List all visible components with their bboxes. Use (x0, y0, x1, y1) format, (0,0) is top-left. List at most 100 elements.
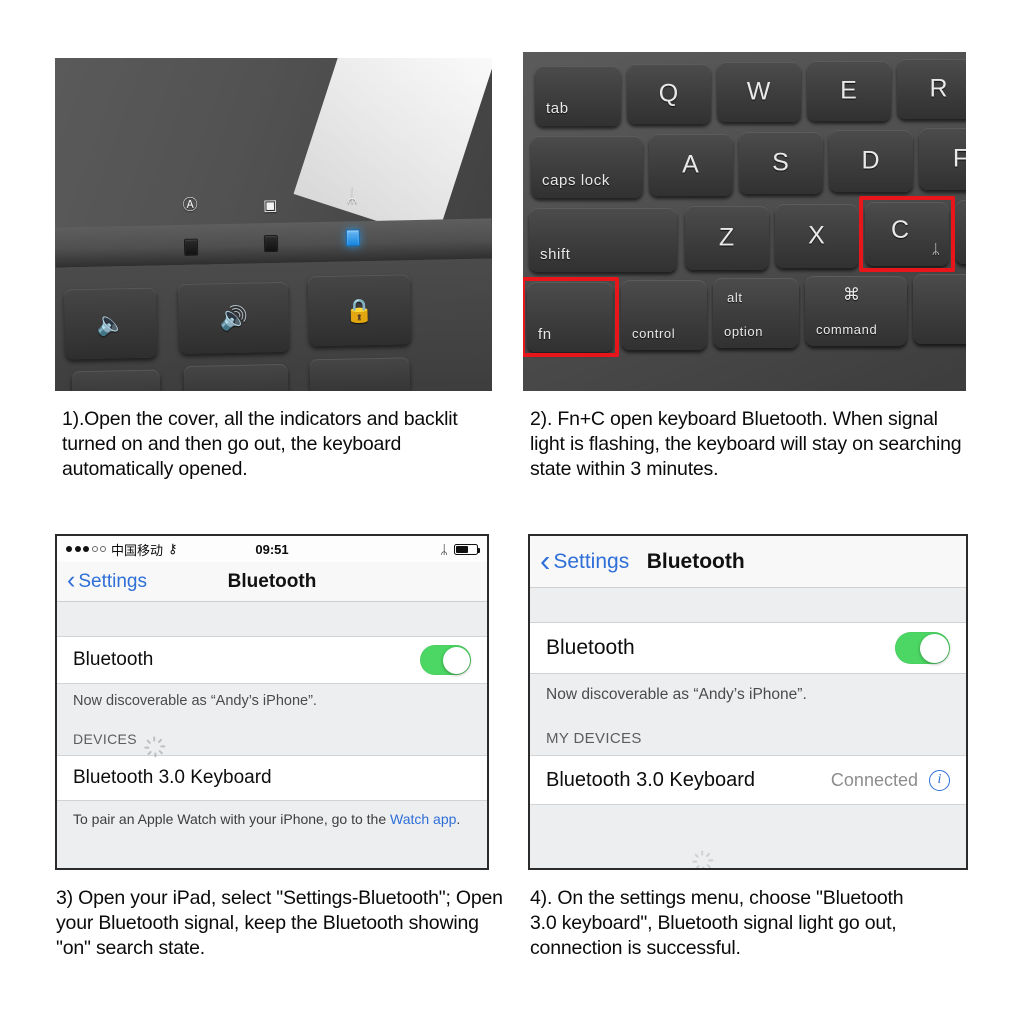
panel-1-caption: 1).Open the cover, all the indicators an… (62, 408, 458, 480)
ios-nav-bar: ‹ Settings Bluetooth (57, 562, 487, 602)
key-d-label: D (861, 146, 881, 175)
key-f-label: F (952, 144, 966, 173)
loading-spinner-icon (692, 846, 714, 868)
key-c-bluetooth-icon: ᛦ (931, 241, 940, 257)
key-x[interactable]: X (775, 204, 859, 268)
key-q-label: Q (658, 79, 680, 108)
key-command-symbol: ⌘ (843, 285, 861, 304)
key-row2-b[interactable] (183, 363, 289, 391)
key-s-label: S (772, 148, 790, 177)
list-bottom-gap (530, 805, 966, 868)
panel-4-caption: 4). On the settings menu, choose "Blueto… (530, 887, 904, 959)
key-d[interactable]: D (829, 130, 913, 192)
key-option-alt-label: alt (727, 290, 743, 305)
panel-4-ios-bluetooth-connected: ‹ Settings Bluetooth Bluetooth Now disco… (528, 534, 968, 870)
key-e-label: E (840, 76, 858, 105)
caps-lock-indicator: Ⓐ (180, 196, 200, 214)
searching-spinner-icon (144, 731, 166, 758)
key-caps-lock-label: caps lock (542, 172, 610, 189)
battery-icon (454, 543, 480, 555)
key-fn-label: fn (538, 326, 552, 343)
key-e[interactable]: E (807, 61, 891, 121)
panel-2-caption: 2). Fn+C open keyboard Bluetooth. When s… (530, 408, 962, 480)
key-a-label: A (682, 150, 700, 179)
devices-section-label: DEVICES (73, 731, 137, 747)
ios-settings-list: Bluetooth Now discoverable as “Andy’s iP… (57, 602, 487, 868)
ios-status-bar: 中国移动 ⚷ 09:51 ᛦ (57, 536, 487, 562)
key-shift[interactable]: shift (529, 208, 677, 272)
panel-3-ios-bluetooth-searching: 中国移动 ⚷ 09:51 ᛦ ‹ Settings Bluetooth Blue… (55, 534, 489, 870)
status-bar-clock: 09:51 (255, 541, 289, 557)
ios-nav-bar: ‹ Settings Bluetooth (530, 536, 966, 588)
my-devices-section-label: MY DEVICES (546, 730, 642, 747)
key-x-label: X (808, 221, 826, 250)
bluetooth-toggle-switch[interactable] (420, 645, 471, 675)
bluetooth-toggle-switch[interactable] (895, 632, 950, 664)
bluetooth-row-right (420, 645, 471, 675)
battery-indicator: ▣ (260, 196, 280, 215)
device-row-right: Connected i (830, 769, 950, 791)
key-v[interactable] (955, 200, 966, 264)
page-title: Bluetooth (646, 549, 745, 573)
key-a[interactable]: A (649, 134, 733, 196)
volume-up-key[interactable]: 🔊 (177, 281, 290, 355)
key-r-label: R (929, 74, 949, 103)
key-c-label: C (891, 216, 911, 244)
bluetooth-row-label: Bluetooth (546, 636, 635, 659)
watch-app-link[interactable]: Watch app (390, 811, 456, 827)
device-name-label: Bluetooth 3.0 Keyboard (546, 768, 756, 791)
key-row2-c[interactable] (309, 357, 411, 391)
panel-2-photo-keyboard-fn-c: tab Q W E R caps lock A S D F shift Z X … (523, 52, 966, 391)
footnote-tail: . (456, 811, 461, 827)
key-fn[interactable]: fn (527, 282, 613, 352)
key-c[interactable]: C ᛦ (865, 202, 949, 266)
device-row-bluetooth-keyboard[interactable]: Bluetooth 3.0 Keyboard (57, 755, 487, 801)
list-top-gap (530, 588, 966, 622)
volume-down-key[interactable]: 🔈 (63, 287, 158, 360)
my-devices-section-header: MY DEVICES (530, 704, 966, 755)
key-z[interactable]: Z (685, 206, 769, 270)
bluetooth-indicator: ᛦ (342, 185, 362, 206)
key-option-label: option (724, 324, 764, 339)
key-caps-lock[interactable]: caps lock (531, 136, 643, 198)
caps-lock-led (183, 238, 199, 256)
caps-lock-icon: Ⓐ (182, 196, 198, 214)
key-command-label: command (816, 322, 878, 337)
instruction-sheet: Ⓐ ▣ ᛦ 🔈 🔊 🔒 1).Open the cover, all the i… (0, 0, 1024, 1024)
key-f[interactable]: F (919, 128, 966, 190)
devices-section-header: DEVICES (57, 709, 487, 758)
key-shift-label: shift (540, 246, 571, 263)
bluetooth-status-icon: ᛦ (440, 541, 448, 557)
key-option[interactable]: alt option (713, 278, 799, 348)
lock-key[interactable]: 🔒 (307, 274, 412, 347)
battery-led (263, 234, 279, 253)
status-bar-right: ᛦ (440, 541, 480, 557)
key-z-label: Z (718, 223, 736, 252)
key-row2-a[interactable] (71, 369, 161, 391)
key-control[interactable]: control (621, 280, 707, 350)
discoverable-note: Now discoverable as “Andy’s iPhone”. (73, 693, 317, 709)
panel-3-caption: 3) Open your iPad, select "Settings-Blue… (56, 887, 503, 959)
key-r[interactable]: R (897, 59, 966, 119)
key-spacebar[interactable] (913, 274, 966, 344)
key-tab-label: tab (546, 100, 569, 117)
device-info-button[interactable]: i (929, 769, 950, 791)
key-w[interactable]: W (717, 62, 801, 122)
keyboard-key-area: 🔈 🔊 🔒 (55, 258, 492, 391)
bluetooth-toggle-row[interactable]: Bluetooth (530, 622, 966, 674)
key-control-label: control (632, 326, 676, 341)
key-command[interactable]: ⌘ command (805, 276, 907, 346)
bluetooth-row-right (895, 632, 950, 664)
device-row-bluetooth-keyboard[interactable]: Bluetooth 3.0 Keyboard Connected i (530, 755, 966, 805)
key-s[interactable]: S (739, 132, 823, 194)
device-name-label: Bluetooth 3.0 Keyboard (73, 767, 272, 788)
battery-icon: ▣ (262, 196, 278, 215)
key-w-label: W (746, 77, 772, 106)
page-title: Bluetooth (227, 570, 317, 592)
ios-settings-list: Bluetooth Now discoverable as “Andy’s iP… (530, 588, 966, 868)
discoverable-note: Now discoverable as “Andy’s iPhone”. (546, 686, 807, 703)
bluetooth-toggle-row[interactable]: Bluetooth (57, 636, 487, 684)
key-tab[interactable]: tab (535, 66, 621, 126)
key-q[interactable]: Q (627, 64, 711, 124)
device-status-label: Connected (830, 769, 918, 790)
